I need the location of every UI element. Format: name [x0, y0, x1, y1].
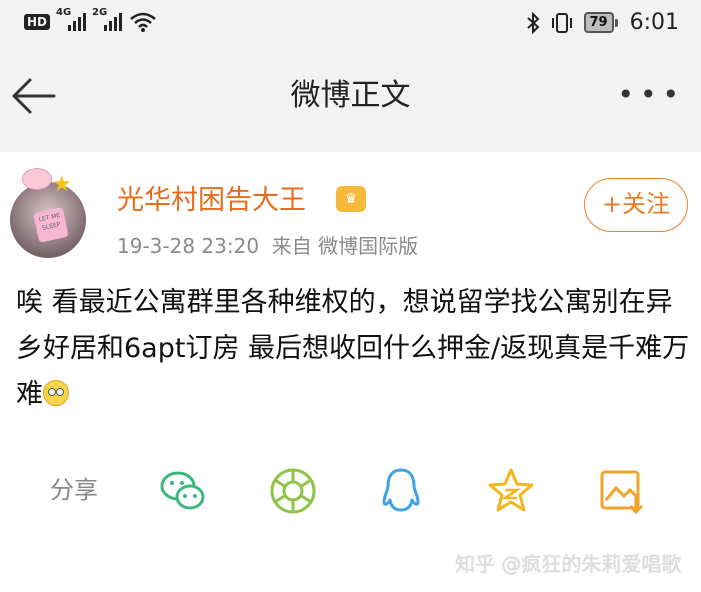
- status-bar: HD 4G 2G 79 6:01: [0, 0, 701, 50]
- nav-bar: 微博正文 •••: [0, 50, 701, 140]
- bluetooth-icon: [526, 11, 539, 34]
- battery-indicator: 79: [583, 12, 618, 33]
- username[interactable]: 光华村困告大王: [117, 183, 306, 219]
- share-label: 分享: [50, 476, 98, 504]
- watermark: 知乎 @疯狂的朱莉爱唱歌: [455, 552, 682, 576]
- status-left: HD 4G 2G: [24, 7, 156, 32]
- clock: 6:01: [629, 10, 679, 35]
- post-meta: 19-3-28 23:20 来自 微博国际版: [117, 232, 418, 260]
- moments-icon[interactable]: [268, 466, 318, 516]
- follow-button[interactable]: +关注: [584, 178, 688, 232]
- avatar[interactable]: LET ME SLEEP: [10, 182, 86, 258]
- wechat-icon[interactable]: [158, 466, 208, 516]
- post-text-block: 唉 看最近公寓群里各种维权的，想说留学找公寓别在异乡好居和6apt订房 最后想收…: [16, 280, 692, 418]
- eye-roll-emoji-icon: [43, 380, 69, 406]
- more-options-button[interactable]: •••: [617, 81, 685, 109]
- qq-icon[interactable]: [376, 466, 426, 516]
- signal-4g-icon: 4G: [56, 7, 87, 31]
- page-title: 微博正文: [290, 78, 411, 113]
- hd-badge: HD: [24, 14, 51, 30]
- vibrate-icon: [551, 12, 572, 33]
- network-type-label-2: 2G: [92, 7, 108, 18]
- signal-2g-icon: 2G: [92, 7, 123, 31]
- post-text: 唉 看最近公寓群里各种维权的，想说留学找公寓别在异乡好居和6apt订房 最后想收…: [16, 287, 690, 410]
- status-right: 79 6:01: [526, 10, 679, 35]
- post-timestamp: 19-3-28 23:20: [117, 234, 260, 258]
- share-image-icon[interactable]: [596, 466, 646, 516]
- post-source[interactable]: 来自 微博国际版: [272, 234, 418, 258]
- star-decoration-icon: ★: [52, 172, 72, 197]
- network-type-label: 4G: [56, 7, 72, 18]
- pig-decoration-icon: [22, 168, 52, 190]
- wifi-icon: [130, 12, 156, 32]
- avatar-sticker: LET ME SLEEP: [33, 207, 69, 243]
- qzone-icon[interactable]: [486, 466, 536, 516]
- vip-crown-icon: ♛: [336, 186, 366, 212]
